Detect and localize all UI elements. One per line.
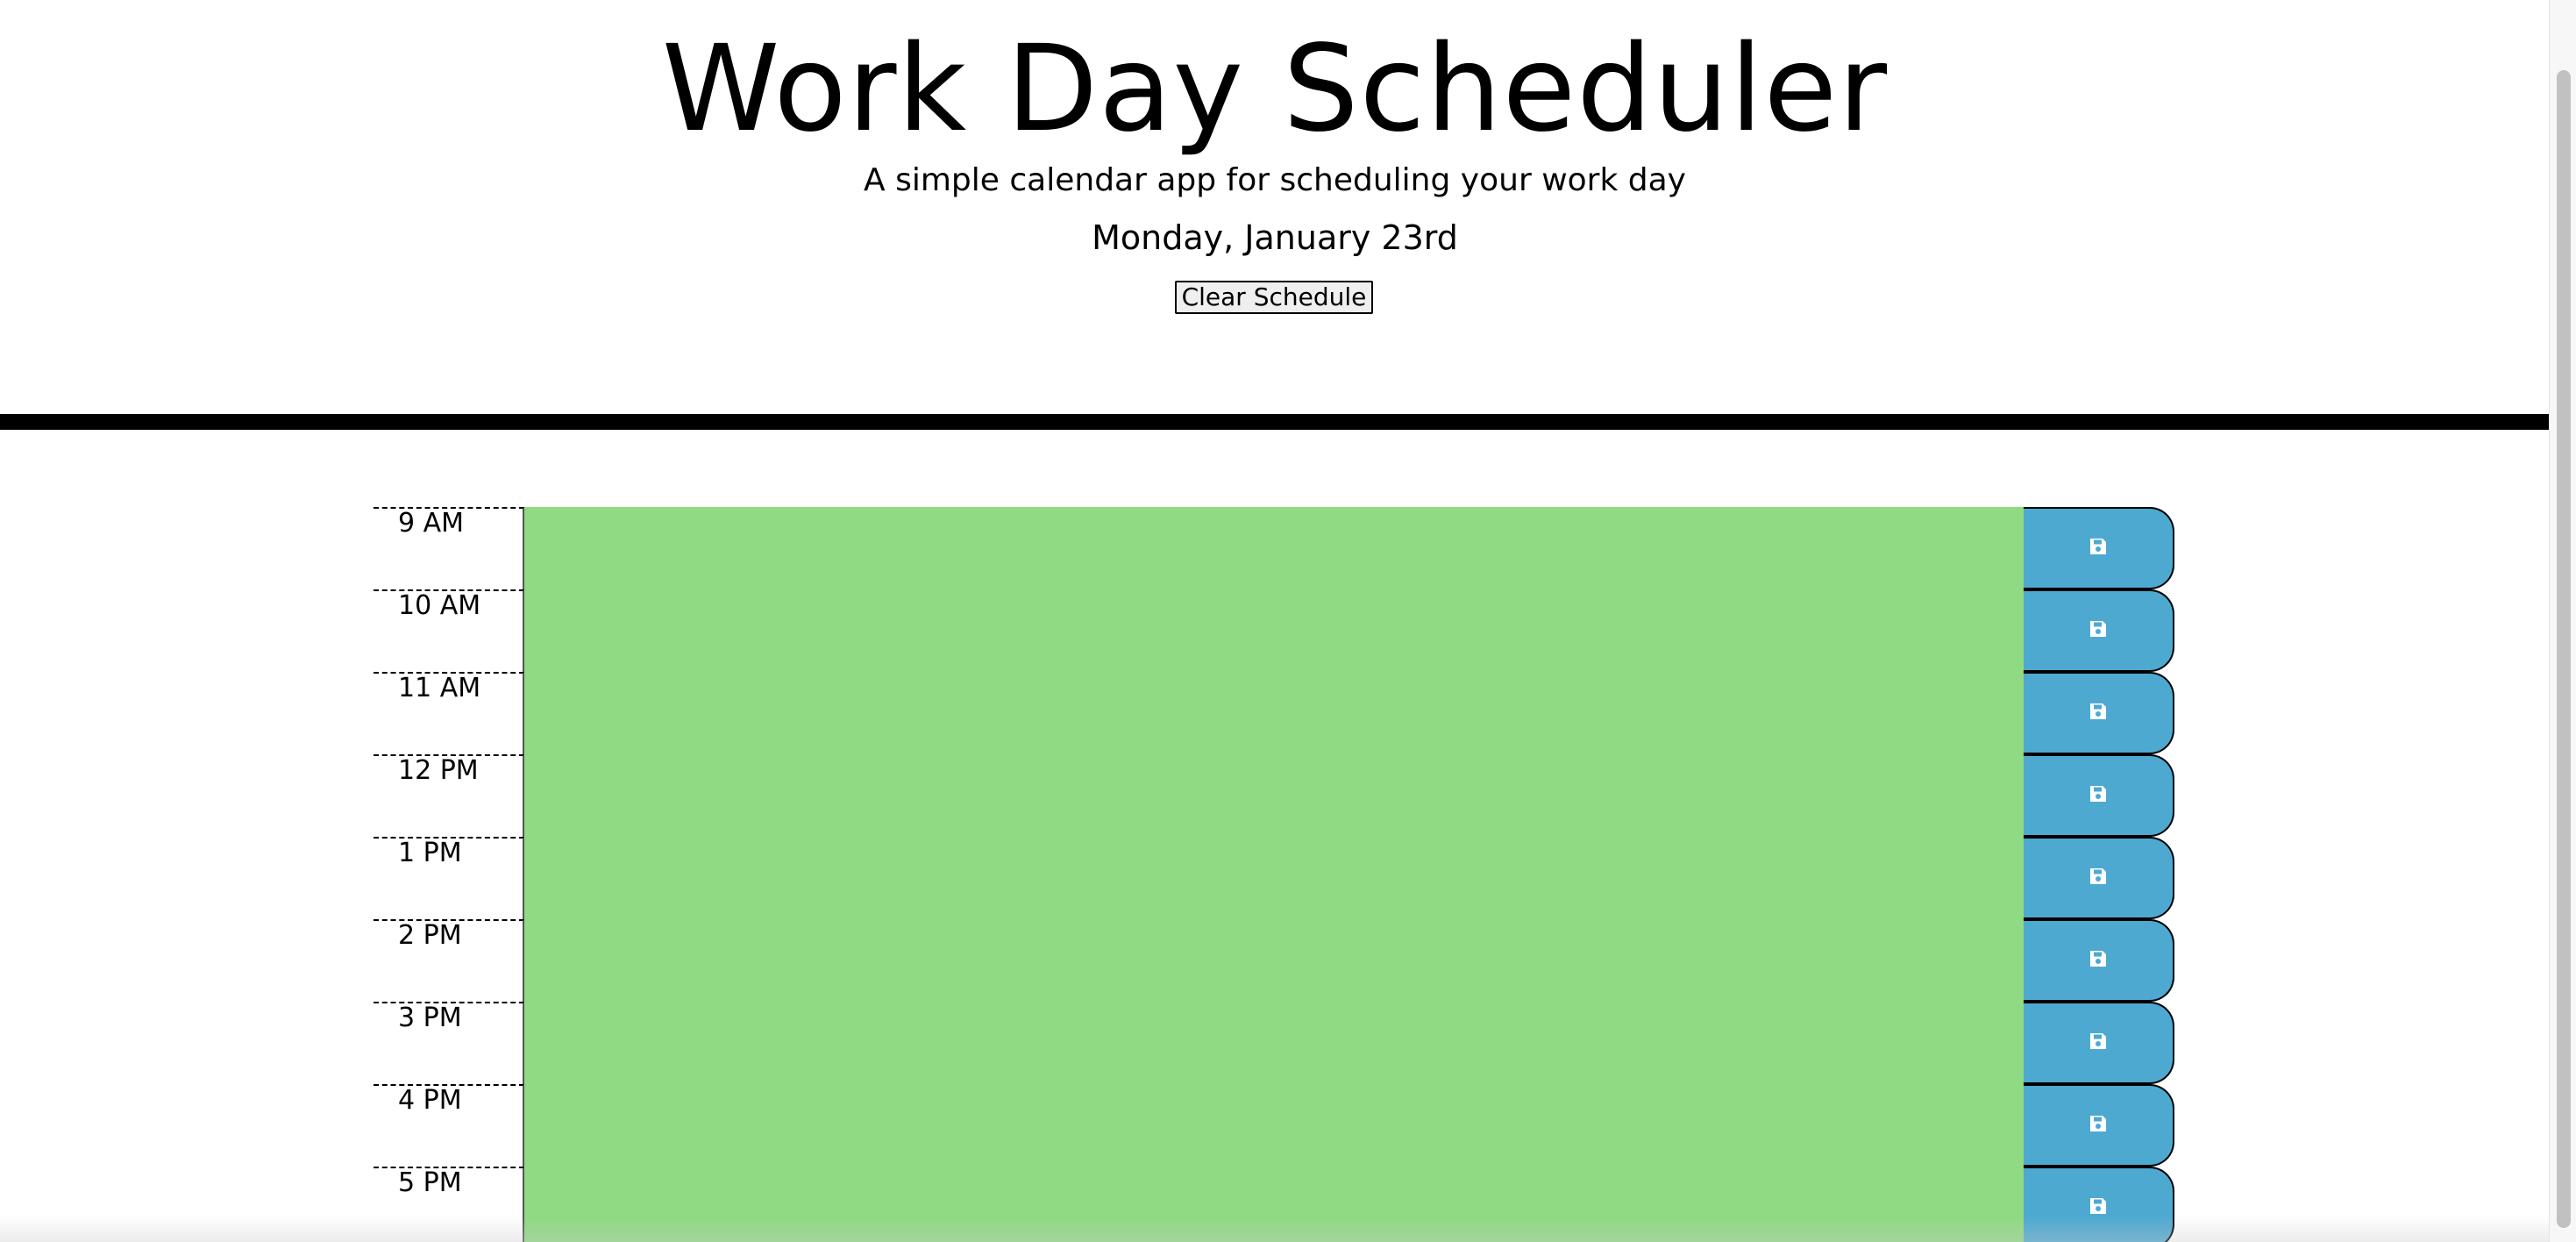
page-subtitle: A simple calendar app for scheduling you…	[864, 162, 1686, 198]
floppy-disk-icon	[2088, 536, 2109, 560]
floppy-disk-icon	[2088, 701, 2109, 725]
event-textarea[interactable]	[524, 754, 2024, 837]
schedule-container: 9 AM 10 AM 11 AM 12 PM 1 PM 2 PM 3 PM 4 …	[374, 507, 2174, 1242]
save-button[interactable]	[2024, 919, 2174, 1002]
header: Work Day Scheduler A simple calendar app…	[0, 0, 2550, 414]
time-block-row: 4 PM	[374, 1084, 2174, 1167]
time-block-row: 1 PM	[374, 837, 2174, 919]
hour-label: 2 PM	[374, 919, 524, 1002]
event-textarea[interactable]	[524, 507, 2024, 589]
save-button[interactable]	[2024, 1002, 2174, 1084]
event-textarea[interactable]	[524, 1084, 2024, 1167]
time-block-row: 5 PM	[374, 1167, 2174, 1242]
hour-label: 11 AM	[374, 672, 524, 754]
floppy-disk-icon	[2088, 1031, 2109, 1055]
save-button[interactable]	[2024, 754, 2174, 837]
hour-label: 5 PM	[374, 1167, 524, 1242]
hour-label: 10 AM	[374, 589, 524, 672]
save-button[interactable]	[2024, 589, 2174, 672]
hour-label: 9 AM	[374, 507, 524, 589]
hour-label: 4 PM	[374, 1084, 524, 1167]
floppy-disk-icon	[2088, 1113, 2109, 1138]
time-block-row: 12 PM	[374, 754, 2174, 837]
time-block-row: 2 PM	[374, 919, 2174, 1002]
header-divider	[0, 414, 2550, 430]
time-block-row: 3 PM	[374, 1002, 2174, 1084]
save-button[interactable]	[2024, 672, 2174, 754]
clear-schedule-button[interactable]: Clear Schedule	[1175, 281, 1373, 314]
save-button[interactable]	[2024, 837, 2174, 919]
hour-label: 3 PM	[374, 1002, 524, 1084]
event-textarea[interactable]	[524, 1002, 2024, 1084]
time-block-row: 9 AM	[374, 507, 2174, 589]
page: Work Day Scheduler A simple calendar app…	[0, 0, 2576, 1242]
current-day: Monday, January 23rd	[1092, 218, 1458, 257]
scrollbar-thumb[interactable]	[2557, 70, 2571, 1228]
hour-label: 1 PM	[374, 837, 524, 919]
floppy-disk-icon	[2088, 866, 2109, 890]
time-block-row: 11 AM	[374, 672, 2174, 754]
time-block-row: 10 AM	[374, 589, 2174, 672]
event-textarea[interactable]	[524, 672, 2024, 754]
floppy-disk-icon	[2088, 1196, 2109, 1220]
event-textarea[interactable]	[524, 837, 2024, 919]
floppy-disk-icon	[2088, 618, 2109, 643]
save-button[interactable]	[2024, 1084, 2174, 1167]
hour-label: 12 PM	[374, 754, 524, 837]
floppy-disk-icon	[2088, 948, 2109, 973]
save-button[interactable]	[2024, 1167, 2174, 1242]
event-textarea[interactable]	[524, 1167, 2024, 1242]
scrollbar[interactable]	[2549, 0, 2576, 1242]
event-textarea[interactable]	[524, 589, 2024, 672]
page-title: Work Day Scheduler	[661, 20, 1889, 159]
event-textarea[interactable]	[524, 919, 2024, 1002]
floppy-disk-icon	[2088, 783, 2109, 808]
save-button[interactable]	[2024, 507, 2174, 589]
